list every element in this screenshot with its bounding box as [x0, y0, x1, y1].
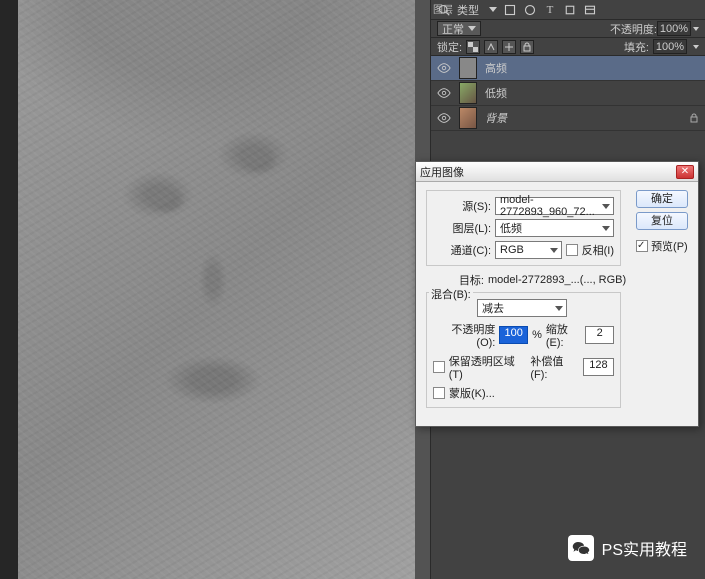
lock-transparent-icon[interactable]: [466, 40, 480, 54]
image-preview: [18, 0, 415, 579]
image-filter-icon[interactable]: [503, 3, 517, 17]
blend-row: 正常 不透明度: 100%: [431, 20, 705, 38]
blend-mode-select[interactable]: 正常: [437, 21, 481, 36]
channel-select[interactable]: RGB: [495, 241, 562, 259]
mask-checkbox[interactable]: [433, 387, 445, 399]
chevron-down-icon[interactable]: [693, 45, 699, 49]
chevron-down-icon: [468, 26, 476, 31]
dlg-opacity-input[interactable]: 100: [499, 326, 528, 344]
layer-name: 高频: [485, 60, 507, 76]
smart-filter-icon[interactable]: [583, 3, 597, 17]
visibility-icon[interactable]: [437, 61, 451, 75]
chevron-down-icon: [550, 248, 558, 253]
panel-title: 图层: [433, 1, 453, 16]
blend-label: 混合(B):: [431, 289, 471, 301]
scale-input[interactable]: 2: [585, 326, 614, 344]
preview-label: 预览(P): [651, 241, 688, 253]
channel-value: RGB: [500, 244, 524, 256]
invert-checkbox[interactable]: [566, 244, 578, 256]
adjust-filter-icon[interactable]: [523, 3, 537, 17]
layer-thumbnail: [459, 82, 477, 104]
source-label: 源(S):: [433, 198, 491, 214]
opacity-unit: %: [532, 329, 542, 341]
opacity-label: 不透明度:: [610, 21, 657, 37]
lock-position-icon[interactable]: [502, 40, 516, 54]
blend-group: 混合(B): 减去 不透明度(O): 100 % 缩放(E): 2 保留透明区域…: [426, 292, 621, 408]
dlg-opacity-label: 不透明度(O):: [433, 321, 495, 349]
layer-thumbnail: [459, 57, 477, 79]
lock-row: 锁定: 填充: 100%: [431, 38, 705, 56]
dialog-titlebar[interactable]: 应用图像 ✕: [416, 162, 698, 182]
layer-src-value: 低频: [500, 220, 522, 236]
ok-button[interactable]: 确定: [636, 190, 688, 208]
chevron-down-icon[interactable]: [693, 27, 699, 31]
reset-button[interactable]: 复位: [636, 212, 688, 230]
fill-label: 填充:: [624, 39, 649, 55]
chevron-down-icon: [602, 204, 610, 209]
preview-checkbox[interactable]: [636, 240, 648, 252]
target-value: model-2772893_...(..., RGB): [488, 274, 626, 286]
visibility-icon[interactable]: [437, 111, 451, 125]
invert-label: 反相(I): [582, 242, 614, 258]
shape-filter-icon[interactable]: [563, 3, 577, 17]
chevron-down-icon[interactable]: [489, 7, 497, 12]
close-button[interactable]: ✕: [676, 165, 694, 179]
canvas-area: [0, 0, 415, 579]
dialog-title: 应用图像: [420, 164, 676, 180]
watermark-text: PS实用教程: [602, 536, 687, 560]
layer-filter-row: 类型 T: [431, 0, 705, 20]
wechat-icon: [568, 535, 594, 561]
preserve-checkbox[interactable]: [433, 361, 445, 373]
chevron-down-icon: [555, 306, 563, 311]
layer-thumbnail: [459, 107, 477, 129]
lock-pixels-icon[interactable]: [484, 40, 498, 54]
source-select[interactable]: model-2772893_960_72...: [495, 197, 614, 215]
blend-value: 减去: [482, 300, 504, 316]
source-value: model-2772893_960_72...: [500, 194, 609, 218]
layer-src-select[interactable]: 低频: [495, 219, 614, 237]
source-group: 源(S): model-2772893_960_72... 图层(L): 低频 …: [426, 190, 621, 266]
visibility-icon[interactable]: [437, 86, 451, 100]
lock-label: 锁定:: [437, 39, 462, 55]
offset-input[interactable]: 128: [583, 358, 614, 376]
opacity-value[interactable]: 100%: [657, 21, 691, 36]
mask-label: 蒙版(K)...: [449, 385, 495, 401]
watermark: PS实用教程: [568, 535, 687, 561]
scale-label: 缩放(E):: [546, 321, 581, 349]
layer-name: 低频: [485, 85, 507, 101]
channel-label: 通道(C):: [433, 242, 491, 258]
text-filter-icon[interactable]: T: [543, 3, 557, 17]
chevron-down-icon: [602, 226, 610, 231]
layer-row-low[interactable]: 低频: [431, 81, 705, 106]
offset-label: 补偿值(F):: [530, 353, 579, 381]
lock-icon: [689, 113, 699, 123]
apply-image-dialog: 应用图像 ✕ 确定 复位 预览(P) 源(S): model-2772893_9…: [415, 161, 699, 427]
layer-row-bg[interactable]: 背景: [431, 106, 705, 131]
fill-value[interactable]: 100%: [653, 39, 687, 54]
lock-all-icon[interactable]: [520, 40, 534, 54]
blend-mode-value: 正常: [442, 21, 464, 37]
preserve-label: 保留透明区域(T): [449, 353, 527, 381]
filter-type-label: 类型: [457, 2, 479, 18]
layer-name: 背景: [485, 110, 507, 126]
blend-select[interactable]: 减去: [477, 299, 567, 317]
layer-src-label: 图层(L):: [433, 220, 491, 236]
layer-row-high[interactable]: 高频: [431, 56, 705, 81]
